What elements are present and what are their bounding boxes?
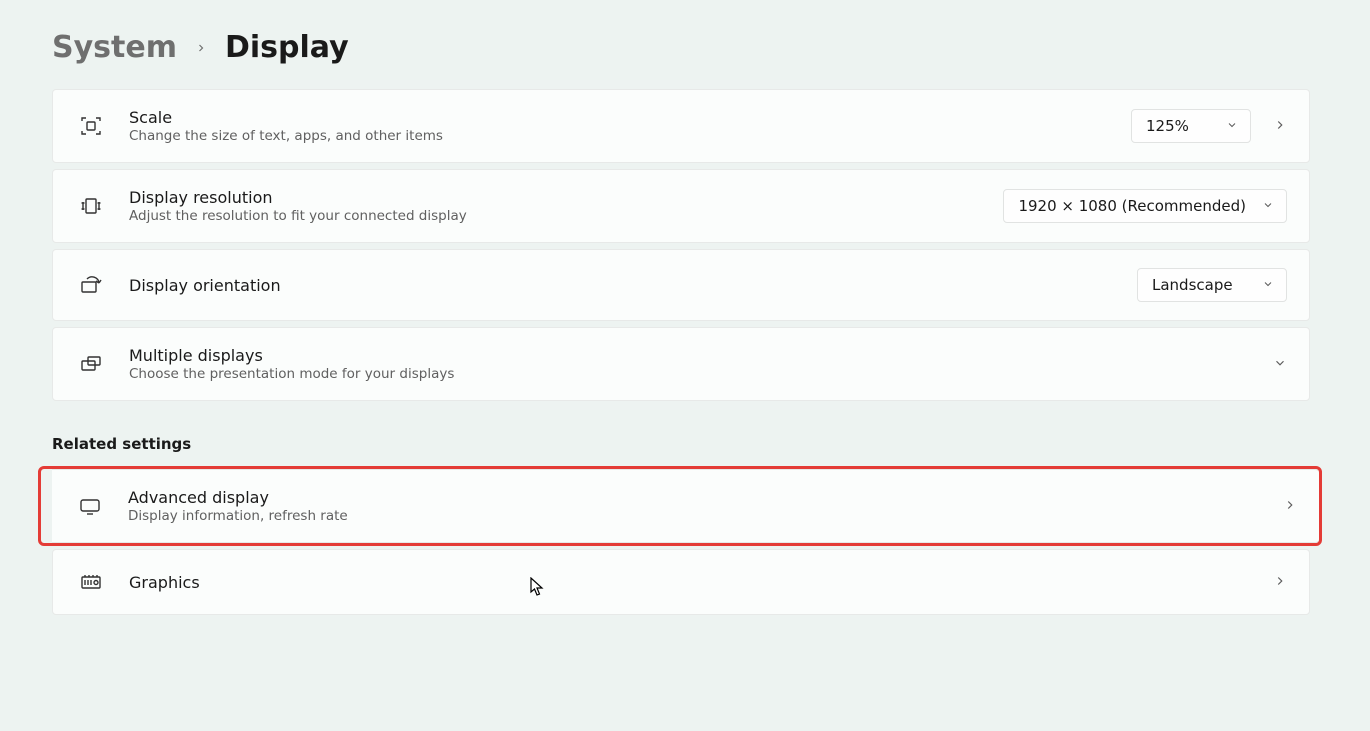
setting-text: Scale Change the size of text, apps, and… [129, 108, 1107, 144]
breadcrumb: System Display [52, 30, 1310, 65]
resolution-value: 1920 × 1080 (Recommended) [1018, 197, 1246, 215]
chevron-down-icon [1226, 117, 1238, 135]
setting-row-graphics[interactable]: Graphics [52, 549, 1310, 615]
setting-row-advanced-display[interactable]: Advanced display Display information, re… [52, 469, 1319, 543]
setting-title: Graphics [129, 573, 1239, 592]
orientation-icon [77, 271, 105, 299]
chevron-right-icon[interactable] [1283, 497, 1297, 516]
setting-title: Display resolution [129, 188, 979, 207]
setting-title: Display orientation [129, 276, 1113, 295]
setting-desc: Change the size of text, apps, and other… [129, 128, 1107, 144]
setting-desc: Choose the presentation mode for your di… [129, 366, 1239, 382]
chevron-down-icon [1262, 197, 1274, 215]
resolution-select[interactable]: 1920 × 1080 (Recommended) [1003, 189, 1287, 223]
chevron-right-icon [195, 42, 207, 54]
setting-title: Advanced display [128, 488, 1249, 507]
setting-text: Display orientation [129, 276, 1113, 295]
chevron-down-icon[interactable] [1273, 355, 1287, 374]
graphics-icon [77, 568, 105, 596]
breadcrumb-parent[interactable]: System [52, 30, 177, 65]
orientation-value: Landscape [1152, 276, 1233, 294]
setting-desc: Display information, refresh rate [128, 508, 1249, 524]
setting-row-multiple-displays[interactable]: Multiple displays Choose the presentatio… [52, 327, 1310, 401]
scale-value: 125% [1146, 117, 1189, 135]
setting-text: Graphics [129, 573, 1239, 592]
chevron-right-icon[interactable] [1273, 117, 1287, 136]
setting-title: Multiple displays [129, 346, 1239, 365]
multiple-displays-icon [77, 350, 105, 378]
setting-row-resolution[interactable]: Display resolution Adjust the resolution… [52, 169, 1310, 243]
setting-desc: Adjust the resolution to fit your connec… [129, 208, 979, 224]
highlight-box: Advanced display Display information, re… [38, 466, 1322, 546]
chevron-down-icon [1262, 276, 1274, 294]
section-header-related: Related settings [52, 435, 1310, 453]
chevron-right-icon[interactable] [1273, 573, 1287, 592]
resolution-icon [77, 192, 105, 220]
setting-text: Display resolution Adjust the resolution… [129, 188, 979, 224]
setting-text: Multiple displays Choose the presentatio… [129, 346, 1239, 382]
setting-row-orientation[interactable]: Display orientation Landscape [52, 249, 1310, 321]
setting-row-scale[interactable]: Scale Change the size of text, apps, and… [52, 89, 1310, 163]
breadcrumb-current: Display [225, 30, 349, 65]
scale-icon [77, 112, 105, 140]
scale-select[interactable]: 125% [1131, 109, 1251, 143]
orientation-select[interactable]: Landscape [1137, 268, 1287, 302]
monitor-icon [76, 492, 104, 520]
setting-text: Advanced display Display information, re… [128, 488, 1249, 524]
setting-title: Scale [129, 108, 1107, 127]
